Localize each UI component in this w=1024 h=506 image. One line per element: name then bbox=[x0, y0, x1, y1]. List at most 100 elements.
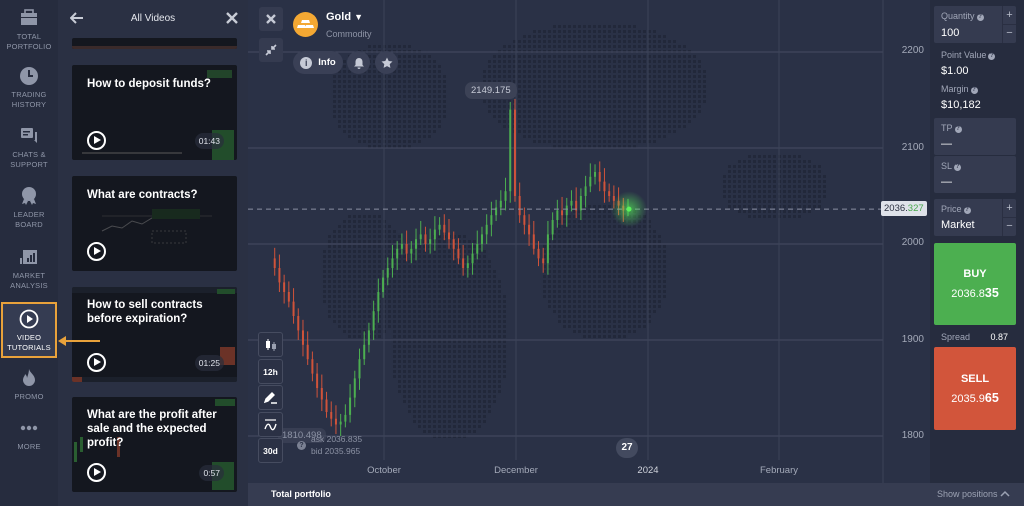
help-icon[interactable]: ? bbox=[954, 164, 962, 171]
current-price-label: 2036.327 bbox=[881, 201, 927, 216]
candle-body bbox=[438, 224, 441, 230]
alerts-button[interactable] bbox=[347, 51, 370, 74]
medal-icon bbox=[22, 187, 36, 205]
candle-body bbox=[504, 191, 507, 201]
nav-label: CHATS & SUPPORT bbox=[10, 150, 48, 169]
spread-value: 0.87 bbox=[990, 332, 1008, 342]
video-title: What are contracts? bbox=[87, 189, 198, 201]
video-card[interactable]: How to deposit funds? 01:43 bbox=[72, 65, 237, 160]
x-tick-label: February bbox=[759, 465, 799, 476]
candle-body bbox=[561, 210, 564, 216]
buy-button[interactable]: BUY 2036.835 bbox=[934, 243, 1016, 325]
margin-value: $10,182 bbox=[941, 99, 981, 111]
candle-body bbox=[311, 359, 314, 374]
candle-body bbox=[466, 263, 469, 268]
nav-label: MARKET ANALYSIS bbox=[10, 271, 48, 290]
tp-label: TP? bbox=[941, 123, 962, 133]
info-button[interactable]: i Info bbox=[293, 51, 343, 74]
close-icon[interactable] bbox=[226, 12, 238, 24]
y-tick-label: 1800 bbox=[901, 430, 924, 441]
price-increase-button[interactable]: + bbox=[1002, 199, 1016, 218]
close-chart-button[interactable] bbox=[259, 7, 283, 31]
candle-body bbox=[424, 234, 427, 244]
nav-item-market-analysis[interactable]: MARKET ANALYSIS bbox=[0, 247, 58, 291]
nav-label: PROMO bbox=[14, 392, 44, 401]
candle-body bbox=[598, 172, 601, 182]
candle-body bbox=[372, 311, 375, 331]
nav-item-total-portfolio[interactable]: TOTAL PORTFOLIO bbox=[0, 8, 58, 52]
candle-body bbox=[301, 330, 304, 345]
nav-item-promo[interactable]: PROMO bbox=[0, 368, 58, 402]
favorite-button[interactable] bbox=[375, 51, 398, 74]
quantity-stepper[interactable]: Quantity? 100 + − bbox=[934, 6, 1016, 43]
play-button-icon[interactable] bbox=[87, 353, 106, 372]
nav-item-chats-support[interactable]: CHATS & SUPPORT bbox=[0, 126, 58, 170]
price-chart[interactable]: Gold ▼ Commodity i Info 2149.175 1810.49… bbox=[248, 0, 930, 483]
asset-selector[interactable]: Gold ▼ bbox=[326, 11, 363, 23]
collapse-button[interactable] bbox=[259, 38, 283, 62]
chart-type-button[interactable] bbox=[258, 332, 283, 357]
show-positions-button[interactable]: Show positions bbox=[937, 489, 1010, 499]
video-card-partial[interactable] bbox=[72, 38, 237, 49]
help-icon[interactable]: ? bbox=[297, 441, 306, 450]
take-profit-field[interactable]: TP? — bbox=[934, 118, 1016, 155]
total-portfolio-label[interactable]: Total portfolio bbox=[271, 489, 331, 499]
quantity-value[interactable]: 100 bbox=[941, 27, 959, 39]
nav-label: VIDEO TUTORIALS bbox=[7, 333, 51, 352]
sl-label: SL? bbox=[941, 161, 962, 171]
highlight-arrow-icon bbox=[58, 336, 100, 346]
candle-body bbox=[532, 234, 535, 249]
nav-item-more[interactable]: MORE bbox=[0, 418, 58, 452]
bid-price: bid 2035.965 bbox=[311, 446, 361, 456]
sell-price: 2035.965 bbox=[951, 391, 999, 405]
y-tick-label: 1900 bbox=[901, 334, 924, 345]
more-dots-icon bbox=[20, 425, 38, 431]
videos-panel: All Videos How to deposit funds? 01:43 W… bbox=[58, 0, 248, 506]
candle-body bbox=[518, 196, 521, 216]
decrease-quantity-button[interactable]: − bbox=[1002, 25, 1016, 43]
candle-body bbox=[513, 109, 516, 196]
candle-body bbox=[325, 399, 328, 412]
indicators-button[interactable] bbox=[258, 412, 283, 437]
video-card[interactable]: What are the profit after sale and the e… bbox=[72, 397, 237, 492]
increase-quantity-button[interactable]: + bbox=[1002, 6, 1016, 25]
stop-loss-field[interactable]: SL? — bbox=[934, 156, 1016, 193]
help-icon[interactable]: ? bbox=[988, 53, 996, 60]
play-button-icon[interactable] bbox=[87, 463, 106, 482]
play-button-icon[interactable] bbox=[87, 131, 106, 150]
play-button-icon[interactable] bbox=[87, 242, 106, 261]
x-tick-label: December bbox=[494, 465, 538, 476]
point-value-label: Point Value? bbox=[941, 50, 996, 60]
candle-body bbox=[334, 418, 337, 425]
period-button[interactable]: 30d bbox=[258, 438, 283, 463]
nav-item-trading-history[interactable]: TRADING HISTORY bbox=[0, 66, 58, 110]
buy-price: 2036.835 bbox=[951, 286, 999, 300]
candle-body bbox=[339, 421, 342, 425]
world-map-background bbox=[323, 25, 826, 438]
price-type-stepper[interactable]: Price? Market + − bbox=[934, 199, 1016, 236]
nav-item-video-tutorials[interactable]: VIDEO TUTORIALS bbox=[1, 302, 57, 358]
price-type-value[interactable]: Market bbox=[941, 219, 975, 231]
sell-button[interactable]: SELL 2035.965 bbox=[934, 347, 1016, 430]
video-duration: 01:25 bbox=[194, 355, 224, 371]
help-icon[interactable]: ? bbox=[976, 14, 984, 21]
drawing-tools-button[interactable] bbox=[258, 385, 283, 410]
timeframe-button[interactable]: 12h bbox=[258, 359, 283, 384]
chart-canvas[interactable] bbox=[248, 0, 930, 483]
candle-body bbox=[443, 224, 446, 233]
videos-panel-title: All Videos bbox=[130, 13, 176, 24]
pencil-icon bbox=[264, 391, 277, 404]
briefcase-icon bbox=[21, 9, 37, 25]
video-duration: 01:43 bbox=[194, 133, 224, 149]
nav-item-leader-board[interactable]: LEADER BOARD bbox=[0, 186, 58, 230]
price-decrease-button[interactable]: − bbox=[1002, 218, 1016, 236]
collapse-arrows-icon bbox=[265, 44, 277, 56]
help-icon[interactable]: ? bbox=[963, 207, 971, 214]
video-card[interactable]: What are contracts? bbox=[72, 176, 237, 271]
close-icon bbox=[266, 14, 276, 24]
candle-body bbox=[396, 248, 399, 259]
help-icon[interactable]: ? bbox=[970, 87, 978, 94]
day-badge[interactable]: 27 bbox=[616, 438, 638, 458]
candle-body bbox=[287, 292, 290, 302]
help-icon[interactable]: ? bbox=[954, 126, 962, 133]
